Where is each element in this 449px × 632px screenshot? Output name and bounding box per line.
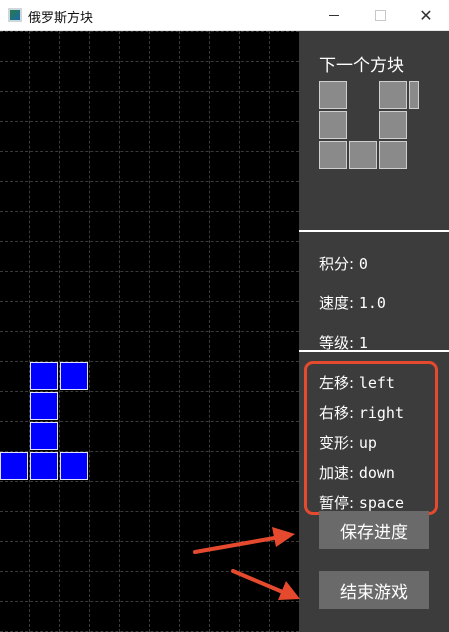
grid-line [0,601,299,602]
block-cell [60,362,88,390]
preview-cell [319,111,347,139]
grid-line [0,481,299,482]
grid-line [0,301,299,302]
control-right: 右移: right [319,402,404,423]
title-bar: 俄罗斯方块 ✕ [0,0,449,31]
grid-line [0,331,299,332]
save-progress-button[interactable]: 保存进度 [319,511,429,549]
close-icon: ✕ [419,5,433,25]
preview-cell [349,141,377,169]
control-label: 左移: [319,374,359,392]
control-label: 暂停: [319,494,359,512]
end-game-button[interactable]: 结束游戏 [319,571,429,609]
score-label: 积分: [319,255,359,273]
preview-cell [319,141,347,169]
side-panel: 下一个方块 积分: 0 速度: 1.0 等级: 1 左移: left 右移: r… [299,31,449,632]
block-cell [30,422,58,450]
window-title: 俄罗斯方块 [28,11,94,26]
block-cell [30,362,58,390]
game-board[interactable] [0,31,299,632]
grid-line [0,571,299,572]
speed-row: 速度: 1.0 [319,292,386,313]
block-cell [60,452,88,480]
control-key: right [358,404,404,422]
grid-line [0,61,299,62]
block-cell [30,452,58,480]
block-cell [0,452,28,480]
control-label: 加速: [319,464,359,482]
control-rotate: 变形: up [319,432,377,453]
score-value: 0 [358,255,368,273]
minimize-icon [329,15,339,16]
speed-value: 1.0 [358,294,386,312]
next-piece-title: 下一个方块 [319,56,404,76]
block-cell [30,392,58,420]
close-button[interactable]: ✕ [403,0,449,31]
preview-cell [379,111,407,139]
preview-cell [379,81,407,109]
grid-line [0,211,299,212]
control-label: 变形: [319,434,359,452]
grid-line [0,271,299,272]
preview-cell [319,81,347,109]
minimize-button[interactable] [311,0,357,31]
grid-line [0,31,299,32]
control-key: down [358,464,395,482]
grid-line [0,511,299,512]
control-speedup: 加速: down [319,462,395,483]
grid-line [0,151,299,152]
grid-line [0,121,299,122]
grid-line [0,181,299,182]
control-pause: 暂停: space [319,492,404,513]
score-row: 积分: 0 [319,253,368,274]
control-left: 左移: left [319,372,395,393]
control-label: 右移: [319,404,359,422]
maximize-button[interactable] [357,0,403,31]
control-key: left [358,374,395,392]
preview-cell [409,81,419,109]
app-icon [8,8,22,22]
maximize-icon [374,10,386,21]
control-key: up [358,434,377,452]
grid-line [0,91,299,92]
control-key: space [358,494,404,512]
speed-label: 速度: [319,294,359,312]
preview-cell [379,141,407,169]
divider [299,350,449,352]
grid-line [0,541,299,542]
divider [299,230,449,232]
grid-line [0,241,299,242]
